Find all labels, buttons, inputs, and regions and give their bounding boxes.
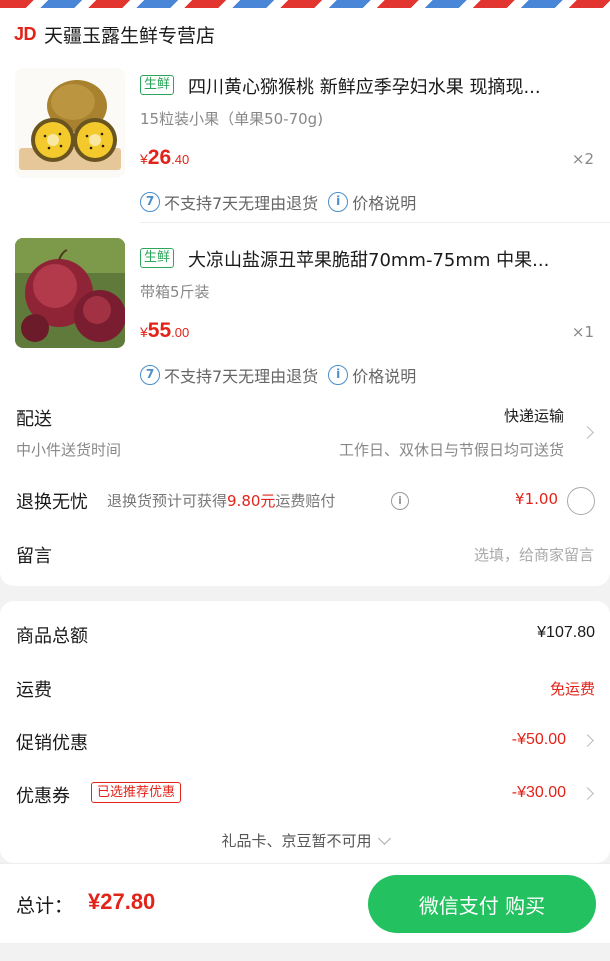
return-worry-radio[interactable] [567,487,595,515]
price-currency: ¥ [140,324,148,340]
total-value: ¥27.80 [88,889,156,914]
info-icon[interactable]: i [391,492,409,510]
desc-suffix: 运费赔付 [275,492,336,510]
order-items-card: JD 天疆玉露生鲜专营店 生鲜 四川黄心猕猴桃 新鲜应季孕妇水果 现摘现... … [0,8,610,586]
gift-card-note[interactable]: 礼品卡、京豆暂不可用 [0,830,610,851]
desc-prefix: 退换货预计可获得 [107,492,228,510]
product-item-kiwi[interactable]: 生鲜 四川黄心猕猴桃 新鲜应季孕妇水果 现摘现... 15粒装小果（单果50-7… [0,63,610,228]
no-return-icon: 7 [140,365,160,385]
pay-button-label: 微信支付 购买 [418,893,546,918]
product-qty: ×2 [571,150,594,168]
desc-amount: 9.80元 [227,492,276,510]
price-note-link[interactable]: 价格说明 [352,363,416,387]
price-cent: .00 [171,325,190,340]
price-summary-card: 商品总额 ¥107.80 运费 免运费 促销优惠 -¥50.00 优惠券 已选推… [0,601,610,863]
promo-value: -¥50.00 [511,731,566,748]
shipping-value: 免运费 [549,680,595,698]
shipping-label: 运费 [16,680,52,701]
message-input[interactable]: 选填，给商家留言 [474,544,594,565]
no-return-text: 不支持7天无理由退货 [164,194,319,213]
fresh-tag: 生鲜 [140,75,175,95]
return-worry-price: ¥1.00 [515,490,558,508]
product-title[interactable]: 四川黄心猕猴桃 新鲜应季孕妇水果 现摘现... [188,73,598,99]
price-yuan: 26 [147,146,172,169]
coupon-value: -¥30.00 [511,784,566,801]
shop-name[interactable]: 天疆玉露生鲜专营店 [44,21,215,48]
chevron-down-icon [377,832,391,845]
kiwi-photo[interactable] [15,68,125,178]
shop-header[interactable]: JD 天疆玉露生鲜专营店 [14,20,215,48]
price-yuan: 55 [147,319,172,342]
chevron-right-icon [581,734,594,747]
delivery-method: 快递运输 [503,407,564,425]
delivery-label: 配送 [16,409,52,430]
no-return-icon: 7 [140,192,160,212]
chevron-right-icon [581,426,594,439]
return-worry-desc: 退换货预计可获得9.80元运费赔付 [107,490,335,511]
chevron-right-icon [581,787,594,800]
divider [140,222,610,223]
product-qty: ×1 [571,323,594,341]
gift-note-text: 礼品卡、京豆暂不可用 [221,832,372,850]
product-price: ¥55.00 [140,319,189,343]
service-row: 7 不支持7天无理由退货 i 价格说明 [140,190,416,214]
checkout-bar: 总计： ¥27.80 微信支付 购买 [0,863,610,943]
goods-total-value: ¥107.80 [537,624,595,641]
price-currency: ¥ [140,151,148,167]
price-cent: .40 [171,152,190,167]
delivery-time: 工作日、双休日与节假日均可送货 [338,441,564,459]
delivery-sub: 中小件送货时间 [16,441,122,459]
product-spec: 15粒装小果（单果50-70g) [140,110,324,128]
service-row: 7 不支持7天无理由退货 i 价格说明 [140,363,416,387]
wechat-pay-button[interactable]: 微信支付 购买 [368,875,596,933]
no-return-text: 不支持7天无理由退货 [164,367,319,386]
apple-photo[interactable] [15,238,125,348]
price-note-link[interactable]: 价格说明 [352,190,416,214]
goods-total-label: 商品总额 [16,626,88,647]
total-label: 总计： [16,895,74,917]
message-label: 留言 [16,546,52,567]
jd-logo: JD [14,23,37,44]
return-worry-label: 退换无忧 [16,492,88,513]
product-item-apple[interactable]: 生鲜 大凉山盐源丑苹果脆甜70mm-75mm 中果... 带箱5斤装 ¥55.0… [0,236,610,401]
bottom-spacer [0,943,610,961]
fresh-tag: 生鲜 [140,248,175,268]
envelope-stripe-border [0,0,610,8]
coupon-badge: 已选推荐优惠 [91,782,182,803]
info-icon[interactable]: i [328,192,349,212]
product-price: ¥26.40 [140,146,189,170]
info-icon[interactable]: i [328,365,349,385]
product-title[interactable]: 大凉山盐源丑苹果脆甜70mm-75mm 中果... [188,246,598,272]
product-spec: 带箱5斤装 [140,283,210,301]
promo-label: 促销优惠 [16,733,88,754]
coupon-label: 优惠券 [16,786,70,807]
